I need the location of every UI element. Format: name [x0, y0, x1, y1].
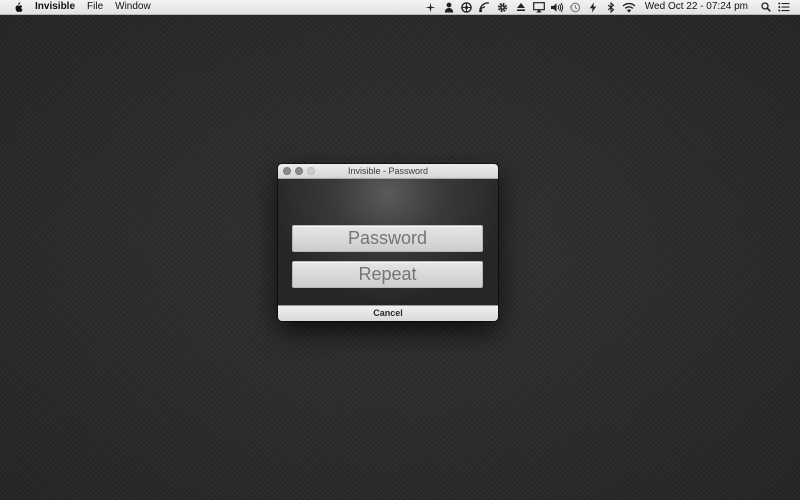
apple-icon[interactable]: [11, 1, 25, 13]
aperture-icon[interactable]: [459, 0, 475, 14]
eject-icon[interactable]: [513, 0, 529, 14]
gear-icon[interactable]: [495, 0, 511, 14]
sync-icon[interactable]: [477, 0, 493, 14]
window-content: [278, 179, 498, 305]
time-machine-icon[interactable]: [567, 0, 583, 14]
menu-file[interactable]: File: [87, 0, 103, 14]
cancel-button[interactable]: Cancel: [278, 305, 498, 321]
airplay-icon[interactable]: [531, 0, 547, 14]
window-title: Invisible - Password: [347, 166, 429, 176]
bluetooth-icon[interactable]: [603, 0, 619, 14]
window-titlebar[interactable]: Invisible - Password: [278, 164, 498, 179]
user-icon[interactable]: [441, 0, 457, 14]
notification-center-icon[interactable]: [776, 0, 792, 14]
lightning-icon[interactable]: [585, 0, 601, 14]
wifi-icon[interactable]: [621, 0, 637, 14]
menu-app-name[interactable]: Invisible: [35, 0, 75, 14]
menu-bar-extras: Wed Oct 22 - 07:24 pm: [421, 0, 800, 14]
password-input[interactable]: [292, 225, 483, 252]
menu-bar: Invisible File Window Wed Oct 22 - 07:24…: [0, 0, 800, 15]
menu-window[interactable]: Window: [115, 0, 151, 14]
menu-clock[interactable]: Wed Oct 22 - 07:24 pm: [645, 0, 748, 14]
repeat-password-input[interactable]: [292, 261, 483, 288]
menu-bar-left: Invisible File Window: [0, 0, 151, 14]
sparkle-icon[interactable]: [423, 0, 439, 14]
volume-icon[interactable]: [549, 0, 565, 14]
search-icon[interactable]: [758, 0, 774, 14]
password-window: Invisible - Password Cancel: [278, 164, 498, 321]
